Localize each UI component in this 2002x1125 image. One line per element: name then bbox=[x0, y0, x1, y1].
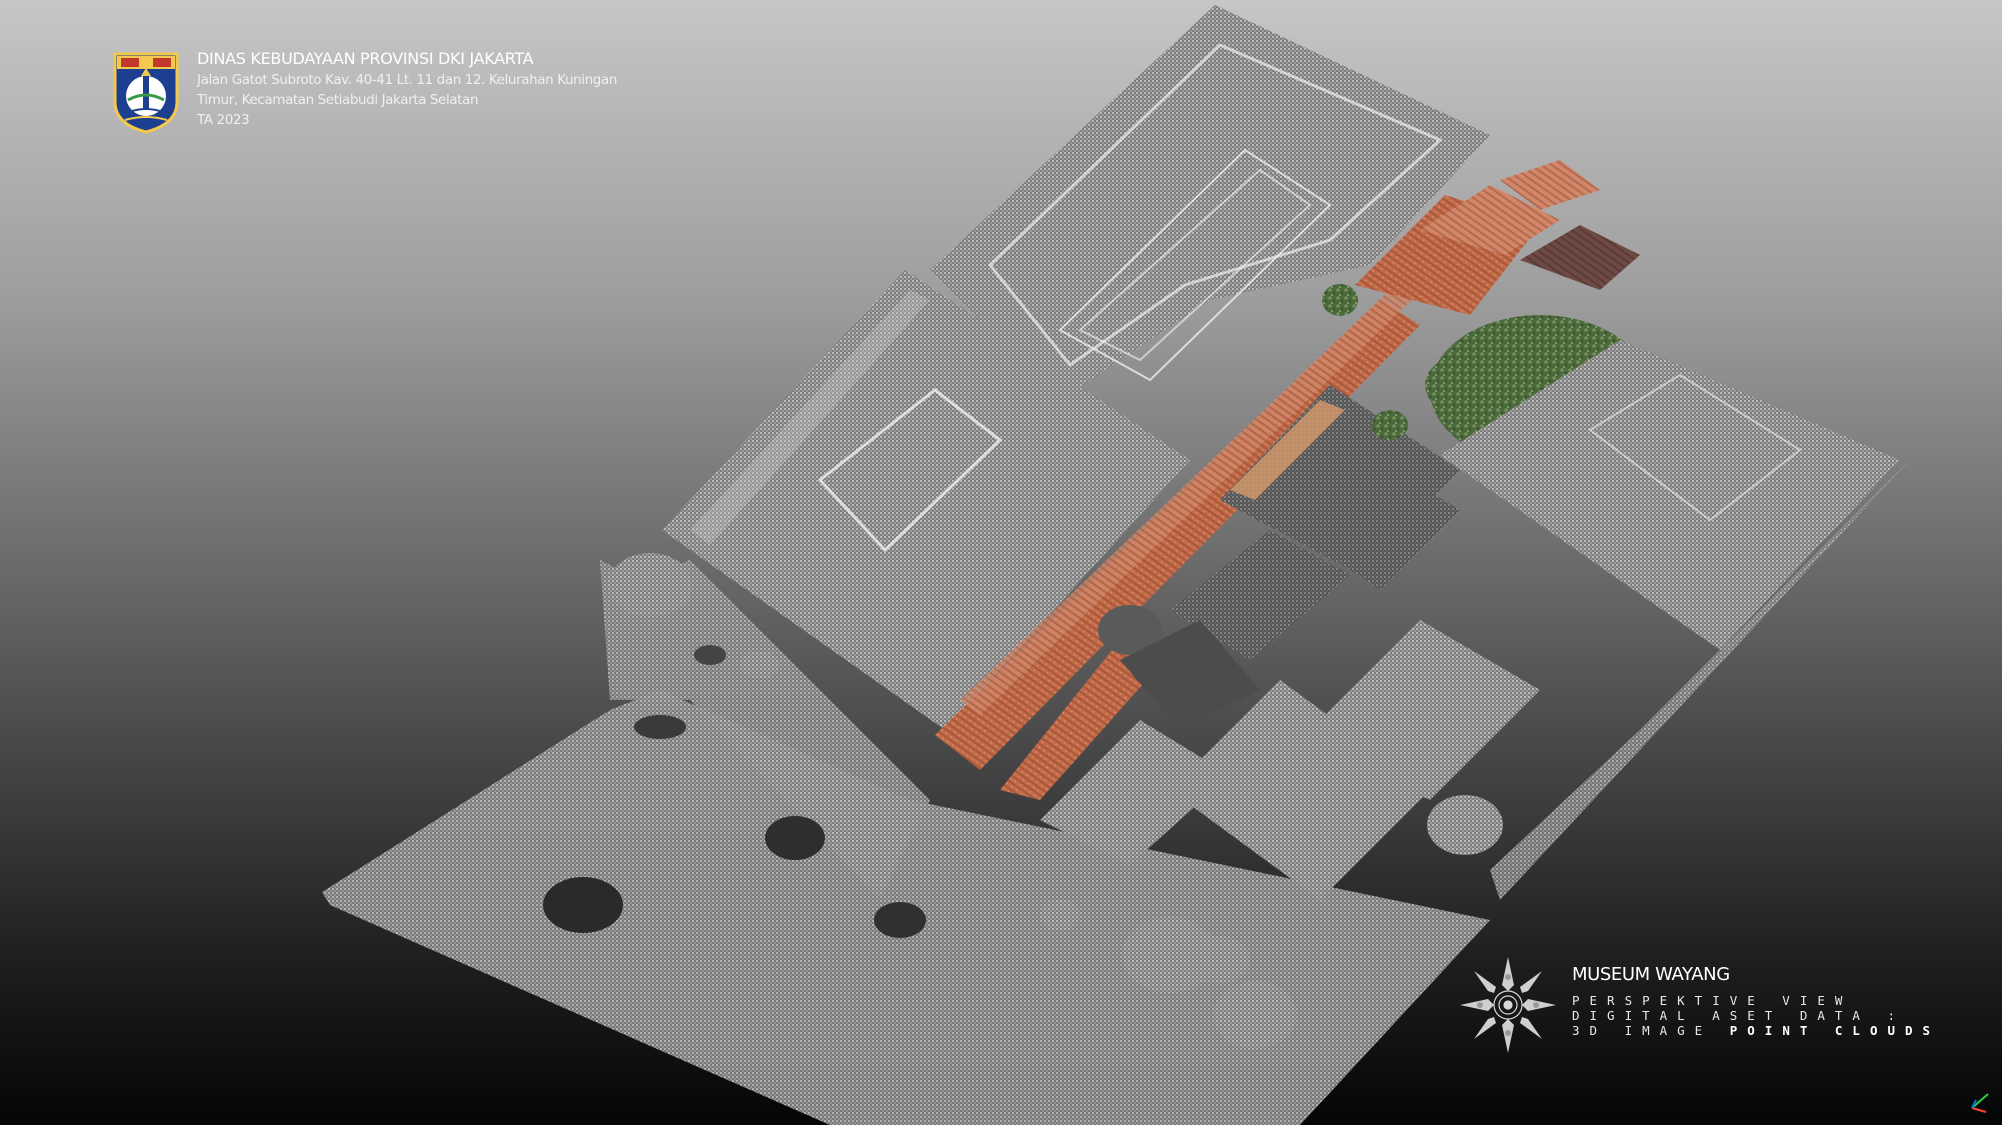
caption-line-data: DIGITAL ASET DATA : bbox=[1572, 1008, 1905, 1023]
building-rear bbox=[930, 5, 1490, 400]
point-cloud-viewport[interactable]: DINAS KEBUDAYAAN PROVINSI DKI JAKARTA Ja… bbox=[0, 0, 2002, 1125]
building-east-block bbox=[1440, 340, 1910, 900]
fiscal-year: TA 2023 bbox=[197, 112, 250, 128]
museum-title: MUSEUM WAYANG bbox=[1572, 964, 1730, 985]
xyz-axis-gizmo-icon bbox=[1971, 1093, 1989, 1113]
caption-type-bold: POINT CLOUDS bbox=[1729, 1023, 1941, 1038]
caption-text: MUSEUM WAYANG PERSPEKTIVE VIEW DIGITAL A… bbox=[1572, 963, 1992, 1038]
caption-line-type: 3D IMAGE POINT CLOUDS bbox=[1572, 1023, 1992, 1038]
caption-type-prefix: 3D IMAGE bbox=[1572, 1023, 1713, 1038]
header-text: DINAS KEBUDAYAAN PROVINSI DKI JAKARTA Ja… bbox=[197, 48, 737, 130]
organization-name: DINAS KEBUDAYAAN PROVINSI DKI JAKARTA bbox=[197, 49, 534, 68]
address-line-1: Jalan Gatot Subroto Kav. 40-41 Lt. 11 da… bbox=[197, 72, 617, 88]
organization-header: DINAS KEBUDAYAAN PROVINSI DKI JAKARTA Ja… bbox=[111, 48, 731, 138]
project-caption: MUSEUM WAYANG PERSPEKTIVE VIEW DIGITAL A… bbox=[1458, 955, 1978, 1065]
address-line-2: Timur, Kecamatan Setiabudi Jakarta Selat… bbox=[197, 92, 479, 108]
caption-line-view: PERSPEKTIVE VIEW bbox=[1572, 993, 1853, 1008]
jaya-raya-emblem-icon bbox=[113, 52, 179, 134]
mandala-ornament-icon bbox=[1460, 957, 1556, 1053]
